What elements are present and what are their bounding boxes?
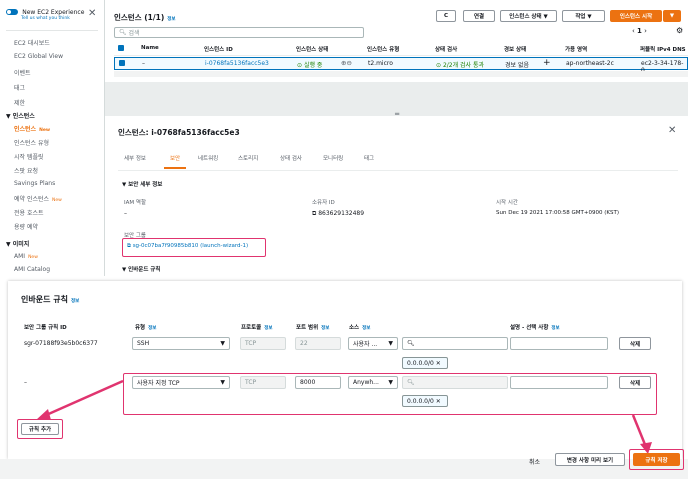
preview-changes-button[interactable]: 변경 사항 미리 보기 (555, 453, 625, 466)
save-rules-button[interactable]: 규칙 저장 (633, 453, 680, 466)
annotation-arrows (36, 379, 652, 454)
cancel-button[interactable]: 취소 (529, 457, 540, 466)
